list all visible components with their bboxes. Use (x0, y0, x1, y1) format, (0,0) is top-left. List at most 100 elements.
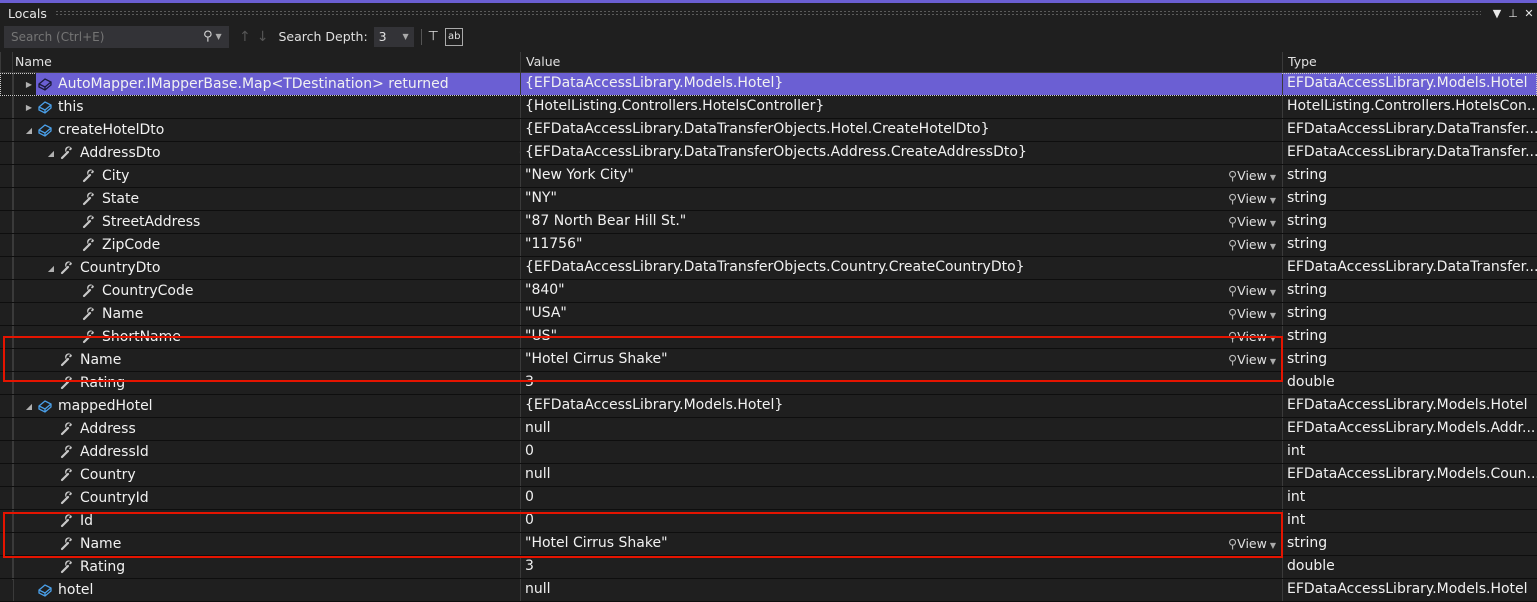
view-visualizer-button[interactable]: ⚲View ▼ (1228, 211, 1276, 233)
value-cell[interactable]: {EFDataAccessLibrary.DataTransferObjects… (520, 142, 1282, 164)
name-cell[interactable]: State (13, 188, 520, 210)
show-raw-values-icon[interactable]: ab (445, 27, 464, 46)
table-row[interactable]: ◢AddressDto⊣{EFDataAccessLibrary.DataTra… (0, 142, 1537, 165)
name-cell[interactable]: Country (13, 464, 520, 486)
search-next-arrow-icon[interactable]: ↓ (257, 29, 269, 45)
table-row[interactable]: AddressId 0 int (0, 441, 1537, 464)
name-cell[interactable]: ShortName (13, 326, 520, 348)
value-cell[interactable]: "11756" ⚲View ▼ (520, 234, 1282, 256)
table-row[interactable]: Id 0 int (0, 510, 1537, 533)
chevron-down-icon[interactable]: ▼ (1270, 219, 1276, 228)
name-cell[interactable]: ◢AddressDto⊣ (13, 142, 520, 164)
table-row[interactable]: ZipCode "11756" ⚲View ▼ string (0, 234, 1537, 257)
value-cell[interactable]: "US" ⚲View ▼ (520, 326, 1282, 348)
table-row[interactable]: State "NY" ⚲View ▼ string (0, 188, 1537, 211)
table-row[interactable]: Name "USA" ⚲View ▼ string (0, 303, 1537, 326)
search-depth-select[interactable]: 3 ▼ (373, 26, 414, 47)
table-row[interactable]: CountryId 0 int (0, 487, 1537, 510)
view-visualizer-button[interactable]: ⚲View ▼ (1228, 533, 1276, 555)
table-row[interactable]: Name "Hotel Cirrus Shake" ⚲View ▼ string (0, 533, 1537, 556)
name-cell[interactable]: ◢ CountryDto (13, 257, 520, 279)
collapse-arrow-icon[interactable]: ◢ (22, 120, 36, 141)
name-cell[interactable]: hotel (13, 579, 520, 601)
name-cell[interactable]: CountryCode (13, 280, 520, 302)
value-cell[interactable]: {EFDataAccessLibrary.Models.Hotel} (520, 395, 1282, 417)
view-visualizer-button[interactable]: ⚲View ▼ (1228, 349, 1276, 371)
name-cell[interactable]: Id (13, 510, 520, 532)
table-row[interactable]: Name "Hotel Cirrus Shake" ⚲View ▼ string (0, 349, 1537, 372)
search-icon[interactable]: ⚲ (203, 29, 213, 44)
drag-grip[interactable] (54, 10, 1481, 16)
name-cell[interactable]: Name (13, 303, 520, 325)
value-cell[interactable]: 0 (520, 487, 1282, 509)
table-row[interactable]: ◢ CountryDto {EFDataAccessLibrary.DataTran… (0, 257, 1537, 280)
chevron-down-icon[interactable]: ▼ (1270, 541, 1276, 550)
name-cell[interactable]: Rating (13, 372, 520, 394)
close-icon[interactable]: ✕ (1521, 7, 1537, 20)
name-cell[interactable]: StreetAddress (13, 211, 520, 233)
chevron-down-icon[interactable]: ▼ (1270, 242, 1276, 251)
name-cell[interactable]: ▶ AutoMapper.IMapperBase.Map<TDestination… (13, 73, 520, 95)
table-row[interactable]: Address null EFDataAccessLibrary.Models.Ad… (0, 418, 1537, 441)
value-cell[interactable]: 3 (520, 556, 1282, 578)
chevron-down-icon[interactable]: ▼ (1270, 196, 1276, 205)
table-row[interactable]: StreetAddress "87 North Bear Hill St." ⚲Vi… (0, 211, 1537, 234)
view-visualizer-button[interactable]: ⚲View ▼ (1228, 326, 1276, 348)
pin-to-top-icon[interactable]: ⊤ (428, 29, 439, 44)
value-cell[interactable]: {HotelListing.Controllers.HotelsControll… (520, 96, 1282, 118)
value-cell[interactable]: "87 North Bear Hill St." ⚲View ▼ (520, 211, 1282, 233)
expand-arrow-icon[interactable]: ▶ (22, 97, 36, 118)
view-visualizer-button[interactable]: ⚲View ▼ (1228, 234, 1276, 256)
table-row[interactable]: ShortName "US" ⚲View ▼ string (0, 326, 1537, 349)
table-row[interactable]: hotel null EFDataAccessLibrary.Models.Hote… (0, 579, 1537, 602)
value-cell[interactable]: null (520, 418, 1282, 440)
dropdown-icon[interactable]: ▼ (1489, 7, 1505, 20)
table-row[interactable]: ▶ AutoMapper.IMapperBase.Map<TDestination… (0, 73, 1537, 96)
collapse-arrow-icon[interactable]: ◢ (44, 258, 58, 279)
value-cell[interactable]: {EFDataAccessLibrary.Models.Hotel} (520, 73, 1282, 95)
view-visualizer-button[interactable]: ⚲View ▼ (1228, 280, 1276, 302)
value-cell[interactable]: 0 (520, 441, 1282, 463)
value-cell[interactable]: null (520, 579, 1282, 601)
chevron-down-icon[interactable]: ▼ (1270, 334, 1276, 343)
value-cell[interactable]: "Hotel Cirrus Shake" ⚲View ▼ (520, 533, 1282, 555)
table-row[interactable]: Rating 3 double (0, 556, 1537, 579)
name-cell[interactable]: Name (13, 349, 520, 371)
name-cell[interactable]: ◢ mappedHotel (13, 395, 520, 417)
name-cell[interactable]: ZipCode (13, 234, 520, 256)
pin-icon[interactable]: ⊥ (1505, 7, 1521, 20)
search-input[interactable] (9, 28, 203, 45)
value-cell[interactable]: 3 (520, 372, 1282, 394)
table-row[interactable]: City "New York City" ⚲View ▼ string (0, 165, 1537, 188)
name-cell[interactable]: AddressId (13, 441, 520, 463)
value-cell[interactable]: "USA" ⚲View ▼ (520, 303, 1282, 325)
value-cell[interactable]: {EFDataAccessLibrary.DataTransferObjects… (520, 119, 1282, 141)
search-options-dropdown-icon[interactable]: ▼ (216, 32, 222, 41)
chevron-down-icon[interactable]: ▼ (1270, 311, 1276, 320)
value-cell[interactable]: "Hotel Cirrus Shake" ⚲View ▼ (520, 349, 1282, 371)
table-row[interactable]: Country null EFDataAccessLibrary.Models.Co… (0, 464, 1537, 487)
value-cell[interactable]: "New York City" ⚲View ▼ (520, 165, 1282, 187)
name-cell[interactable]: ◢ createHotelDto (13, 119, 520, 141)
value-cell[interactable]: "NY" ⚲View ▼ (520, 188, 1282, 210)
name-cell[interactable]: ▶ this (13, 96, 520, 118)
name-cell[interactable]: Rating (13, 556, 520, 578)
value-cell[interactable]: null (520, 464, 1282, 486)
view-visualizer-button[interactable]: ⚲View ▼ (1228, 303, 1276, 325)
column-header-name[interactable]: Name (0, 52, 520, 72)
collapse-arrow-icon[interactable]: ◢ (22, 396, 36, 417)
table-row[interactable]: ▶ this {HotelListing.Controllers.HotelsCon… (0, 96, 1537, 119)
collapse-arrow-icon[interactable]: ◢ (44, 143, 58, 164)
view-visualizer-button[interactable]: ⚲View ▼ (1228, 165, 1276, 187)
value-cell[interactable]: {EFDataAccessLibrary.DataTransferObjects… (520, 257, 1282, 279)
table-row[interactable]: Rating 3 double (0, 372, 1537, 395)
chevron-down-icon[interactable]: ▼ (1270, 173, 1276, 182)
name-cell[interactable]: Name (13, 533, 520, 555)
table-row[interactable]: ◢ createHotelDto {EFDataAccessLibrary.Data… (0, 119, 1537, 142)
value-cell[interactable]: "840" ⚲View ▼ (520, 280, 1282, 302)
name-cell[interactable]: CountryId (13, 487, 520, 509)
value-cell[interactable]: 0 (520, 510, 1282, 532)
column-header-type[interactable]: Type (1282, 52, 1537, 72)
name-cell[interactable]: Address (13, 418, 520, 440)
name-cell[interactable]: City (13, 165, 520, 187)
